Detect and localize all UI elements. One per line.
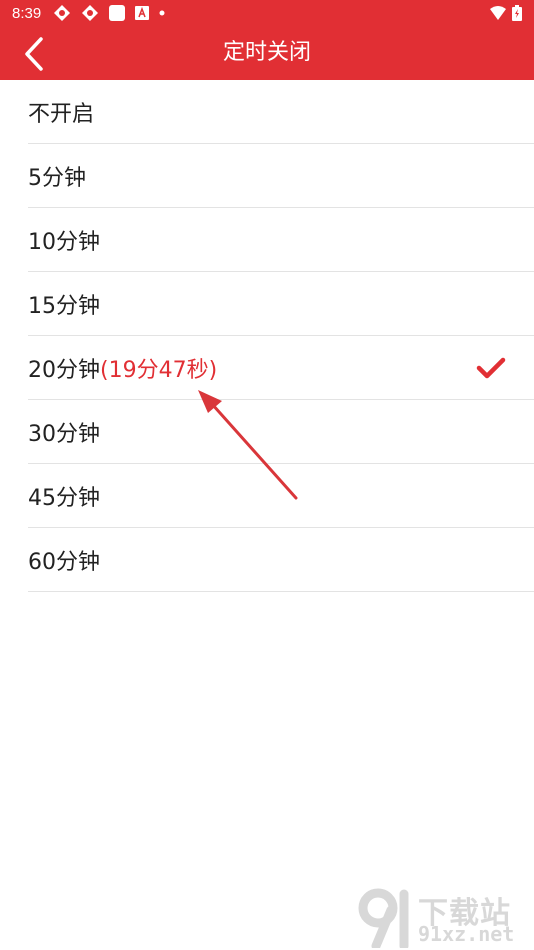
- status-time: 8:39: [12, 4, 42, 22]
- timer-options-list: 不开启 5分钟 10分钟 15分钟 20分钟 (19分47秒) 30分钟 45分钟…: [0, 80, 534, 592]
- timer-option-30min[interactable]: 30分钟: [28, 400, 534, 464]
- option-label: 20分钟: [28, 357, 100, 383]
- timer-option-off[interactable]: 不开启: [28, 80, 534, 144]
- watermark: 下载站 91xz.net: [356, 888, 530, 950]
- option-label: 5分钟: [28, 165, 86, 191]
- notification-app-icon: [53, 4, 71, 22]
- title-bar: 定时关闭: [0, 26, 534, 80]
- watermark-logo-icon: [356, 888, 418, 950]
- timer-option-5min[interactable]: 5分钟: [28, 144, 534, 208]
- checkmark-icon: [476, 357, 506, 379]
- back-button[interactable]: [14, 34, 54, 74]
- option-label: 不开启: [28, 101, 95, 127]
- timer-option-45min[interactable]: 45分钟: [28, 464, 534, 528]
- watermark-url: 91xz.net: [418, 922, 515, 946]
- wifi-icon: [490, 6, 506, 20]
- timer-option-15min[interactable]: 15分钟: [28, 272, 534, 336]
- a-notification-icon: [135, 6, 150, 20]
- battery-charging-icon: [512, 5, 522, 21]
- timer-option-10min[interactable]: 10分钟: [28, 208, 534, 272]
- option-label: 10分钟: [28, 229, 100, 255]
- chevron-left-icon: [23, 37, 45, 71]
- status-bar: 8:39: [0, 0, 534, 26]
- countdown-remaining: (19分47秒): [100, 357, 218, 383]
- notification-app-icon: [81, 4, 99, 22]
- timer-option-60min[interactable]: 60分钟: [28, 528, 534, 592]
- timer-option-20min[interactable]: 20分钟 (19分47秒): [28, 336, 534, 400]
- option-label: 15分钟: [28, 293, 100, 319]
- option-label: 30分钟: [28, 421, 100, 447]
- page-title: 定时关闭: [222, 40, 311, 65]
- option-label: 60分钟: [28, 549, 100, 575]
- square-notification-icon: [109, 5, 126, 21]
- dot-icon: [159, 10, 165, 16]
- option-label: 45分钟: [28, 485, 100, 511]
